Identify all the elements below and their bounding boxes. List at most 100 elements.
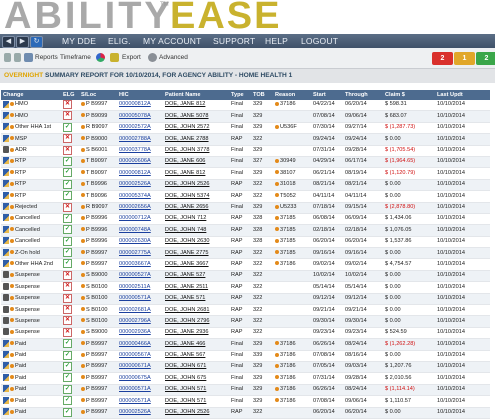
pencil-icon[interactable] xyxy=(3,168,9,176)
pencil-icon[interactable] xyxy=(3,396,9,404)
status-badge-red[interactable]: 2 xyxy=(432,52,453,65)
hic-link[interactable]: 000000466A xyxy=(117,338,163,351)
eligible-check-icon[interactable]: ✓ xyxy=(63,156,72,166)
hic-link[interactable]: 000002572A xyxy=(117,122,163,135)
toolbar-reports-button[interactable]: Reports xyxy=(24,52,58,64)
eligible-check-icon[interactable]: ✓ xyxy=(63,407,72,417)
hic-link[interactable]: 000002630A xyxy=(117,236,163,249)
table-row[interactable]: Suspense ✕ S B0100 000002796A DOE, JOHN 2796… xyxy=(1,315,490,328)
pencil-icon[interactable] xyxy=(3,259,9,267)
toolbar-chart-button[interactable] xyxy=(96,52,107,64)
table-row[interactable]: Suspense ✕ S B0100 000002511A DOE, JANE 2511… xyxy=(1,281,490,294)
pencil-icon[interactable] xyxy=(3,214,9,222)
lock-icon[interactable] xyxy=(3,146,9,154)
eligible-check-icon[interactable]: ✓ xyxy=(63,191,72,201)
table-row[interactable]: Rejected ✕ R B9097 000002656A DOE, JANE 2656… xyxy=(1,202,490,214)
hic-link[interactable]: 000000606A xyxy=(117,156,163,169)
ineligible-x-icon[interactable]: ✕ xyxy=(63,111,72,121)
table-row[interactable]: RTP ✓ T B9996 000002526A DOE, JOHN 2526 RAP 32… xyxy=(1,179,490,192)
ineligible-x-icon[interactable]: ✕ xyxy=(63,202,72,212)
patient-name-link[interactable]: DOE, JANE 606 xyxy=(163,156,229,169)
lock-icon[interactable] xyxy=(3,271,9,279)
ineligible-x-icon[interactable]: ✕ xyxy=(63,327,72,337)
ineligible-x-icon[interactable]: ✕ xyxy=(63,100,72,109)
table-row[interactable]: Cancelled ✓ P B9996 000000748A DOE, JOHN 748… xyxy=(1,224,490,237)
hic-link[interactable]: 000000748A xyxy=(117,224,163,237)
hic-link[interactable]: 000002526A xyxy=(117,407,163,419)
hic-link[interactable]: 000000812A xyxy=(117,167,163,180)
patient-name-link[interactable]: DOE, JANE 812 xyxy=(163,100,229,112)
table-row[interactable]: MSP ✕ P B9000 000002788A DOE, JANE 2788 RAP 32… xyxy=(1,133,490,146)
ineligible-x-icon[interactable]: ✕ xyxy=(63,145,72,155)
table-row[interactable]: RTP ✓ T B9096 000005374A DOE, JOHN 5374 RAP 32… xyxy=(1,190,490,203)
lock-icon[interactable] xyxy=(3,282,9,290)
eligible-check-icon[interactable]: ✓ xyxy=(63,168,72,178)
patient-name-link[interactable]: DOE, JANE 2775 xyxy=(163,247,229,260)
toolbar-export-button[interactable]: Export xyxy=(122,52,141,64)
patient-name-link[interactable]: DOE, JOHN 2630 xyxy=(163,236,229,249)
patient-name-link[interactable]: DOE, JOHN 5374 xyxy=(163,190,229,203)
hic-link[interactable]: 000002511A xyxy=(117,281,163,294)
nav-my-account[interactable]: MY ACCOUNT xyxy=(143,34,202,48)
hic-link[interactable]: 000000571A xyxy=(117,395,163,408)
table-row[interactable]: ADR ✕ S B6001 000003778A DOE, JOHN 3778 Final… xyxy=(1,145,490,157)
eligible-check-icon[interactable]: ✓ xyxy=(63,179,72,189)
header-claim[interactable]: Claim $ xyxy=(383,90,435,100)
table-row[interactable]: Cancelled ✓ P B9996 000002630A DOE, JOHN 263… xyxy=(1,236,490,249)
hic-link[interactable]: 000003667A xyxy=(117,258,163,271)
patient-name-link[interactable]: DOE, JANE 466 xyxy=(163,338,229,351)
hic-link[interactable]: 000002526A xyxy=(117,179,163,192)
table-row[interactable]: Paid ✓ P B9997 000000571A DOE, JOHN 571 Final… xyxy=(1,384,490,397)
pencil-icon[interactable] xyxy=(3,134,9,142)
ineligible-x-icon[interactable]: ✕ xyxy=(63,282,72,292)
patient-name-link[interactable]: DOE, JANE 571 xyxy=(163,293,229,306)
patient-name-link[interactable]: DOE, JOHN 671 xyxy=(163,361,229,374)
toolbar-advanced-button[interactable]: Advanced xyxy=(148,52,188,64)
patient-name-link[interactable]: DOE, JOHN 571 xyxy=(163,384,229,397)
table-row[interactable]: Paid ✓ P B9997 000000671A DOE, JOHN 671 Final… xyxy=(1,361,490,374)
nav-elig[interactable]: ELIG. xyxy=(108,34,131,48)
table-row[interactable]: Suspense ✕ S B0100 000002681A DOE, JOHN 2681… xyxy=(1,304,490,317)
pencil-icon[interactable] xyxy=(3,385,9,393)
patient-name-link[interactable]: DOE, JANE 567 xyxy=(163,350,229,363)
hic-link[interactable]: 000000571A xyxy=(117,384,163,397)
header-sloc[interactable]: S/Loc xyxy=(79,90,117,100)
pencil-icon[interactable] xyxy=(3,339,9,347)
table-row[interactable]: Paid ✓ P B9997 000000567A DOE, JANE 567 Final… xyxy=(1,350,490,363)
ineligible-x-icon[interactable]: ✕ xyxy=(63,293,72,303)
nav-my-dde[interactable]: MY DDE xyxy=(62,34,96,48)
table-row[interactable]: HMO ✕ P B9997 000000812A DOE, JANE 812 Final 3… xyxy=(1,100,490,112)
pencil-icon[interactable] xyxy=(3,111,9,119)
eligible-check-icon[interactable]: ✓ xyxy=(63,248,72,258)
pencil-icon[interactable] xyxy=(3,180,9,188)
patient-name-link[interactable]: DOE, JANE 2511 xyxy=(163,281,229,294)
patient-name-link[interactable]: DOE, JOHN 3778 xyxy=(163,145,229,157)
patient-name-link[interactable]: DOE, JANE 2936 xyxy=(163,327,229,340)
hic-link[interactable]: 000000671A xyxy=(117,361,163,374)
table-row[interactable]: Other HHA 2nd ✓ P B9997 000003667A DOE, JANE… xyxy=(1,258,490,271)
patient-name-link[interactable]: DOE, JANE 3667 xyxy=(163,258,229,271)
table-row[interactable]: Suspense ✕ S B9000 000000527A DOE, JANE 527 R… xyxy=(1,270,490,283)
lock-icon[interactable] xyxy=(3,305,9,313)
hic-link[interactable]: 000002936A xyxy=(117,327,163,340)
table-row[interactable]: HMO ✕ P B9099 000005078A DOE, JANE 5078 Final… xyxy=(1,110,490,123)
header-reason[interactable]: Reason xyxy=(273,90,311,100)
pencil-icon[interactable] xyxy=(3,248,9,256)
patient-name-link[interactable]: DOE, JANE 527 xyxy=(163,270,229,283)
hic-link[interactable]: 000002796A xyxy=(117,315,163,328)
hic-link[interactable]: 000000812A xyxy=(117,100,163,112)
ineligible-x-icon[interactable]: ✕ xyxy=(63,316,72,326)
table-row[interactable]: Paid ✓ P B9997 000000675A DOE, JOHN 675 Final… xyxy=(1,372,490,385)
pencil-icon[interactable] xyxy=(3,351,9,359)
header-through[interactable]: Through xyxy=(343,90,383,100)
table-row[interactable]: RTP ✓ T B9097 000000606A DOE, JANE 606 Final 3… xyxy=(1,156,490,169)
patient-name-link[interactable]: DOE, JANE 2656 xyxy=(163,202,229,214)
patient-name-link[interactable]: DOE, JOHN 2526 xyxy=(163,179,229,192)
patient-name-link[interactable]: DOE, JANE 2788 xyxy=(163,133,229,146)
lock-icon[interactable] xyxy=(3,316,9,324)
nav-logout[interactable]: LOGOUT xyxy=(301,34,338,48)
pencil-icon[interactable] xyxy=(3,225,9,233)
eligible-check-icon[interactable]: ✓ xyxy=(63,236,72,246)
hic-link[interactable]: 000000712A xyxy=(117,213,163,226)
table-row[interactable]: RTP ✓ T B9097 000000812A DOE, JANE 812 Final 3… xyxy=(1,167,490,180)
